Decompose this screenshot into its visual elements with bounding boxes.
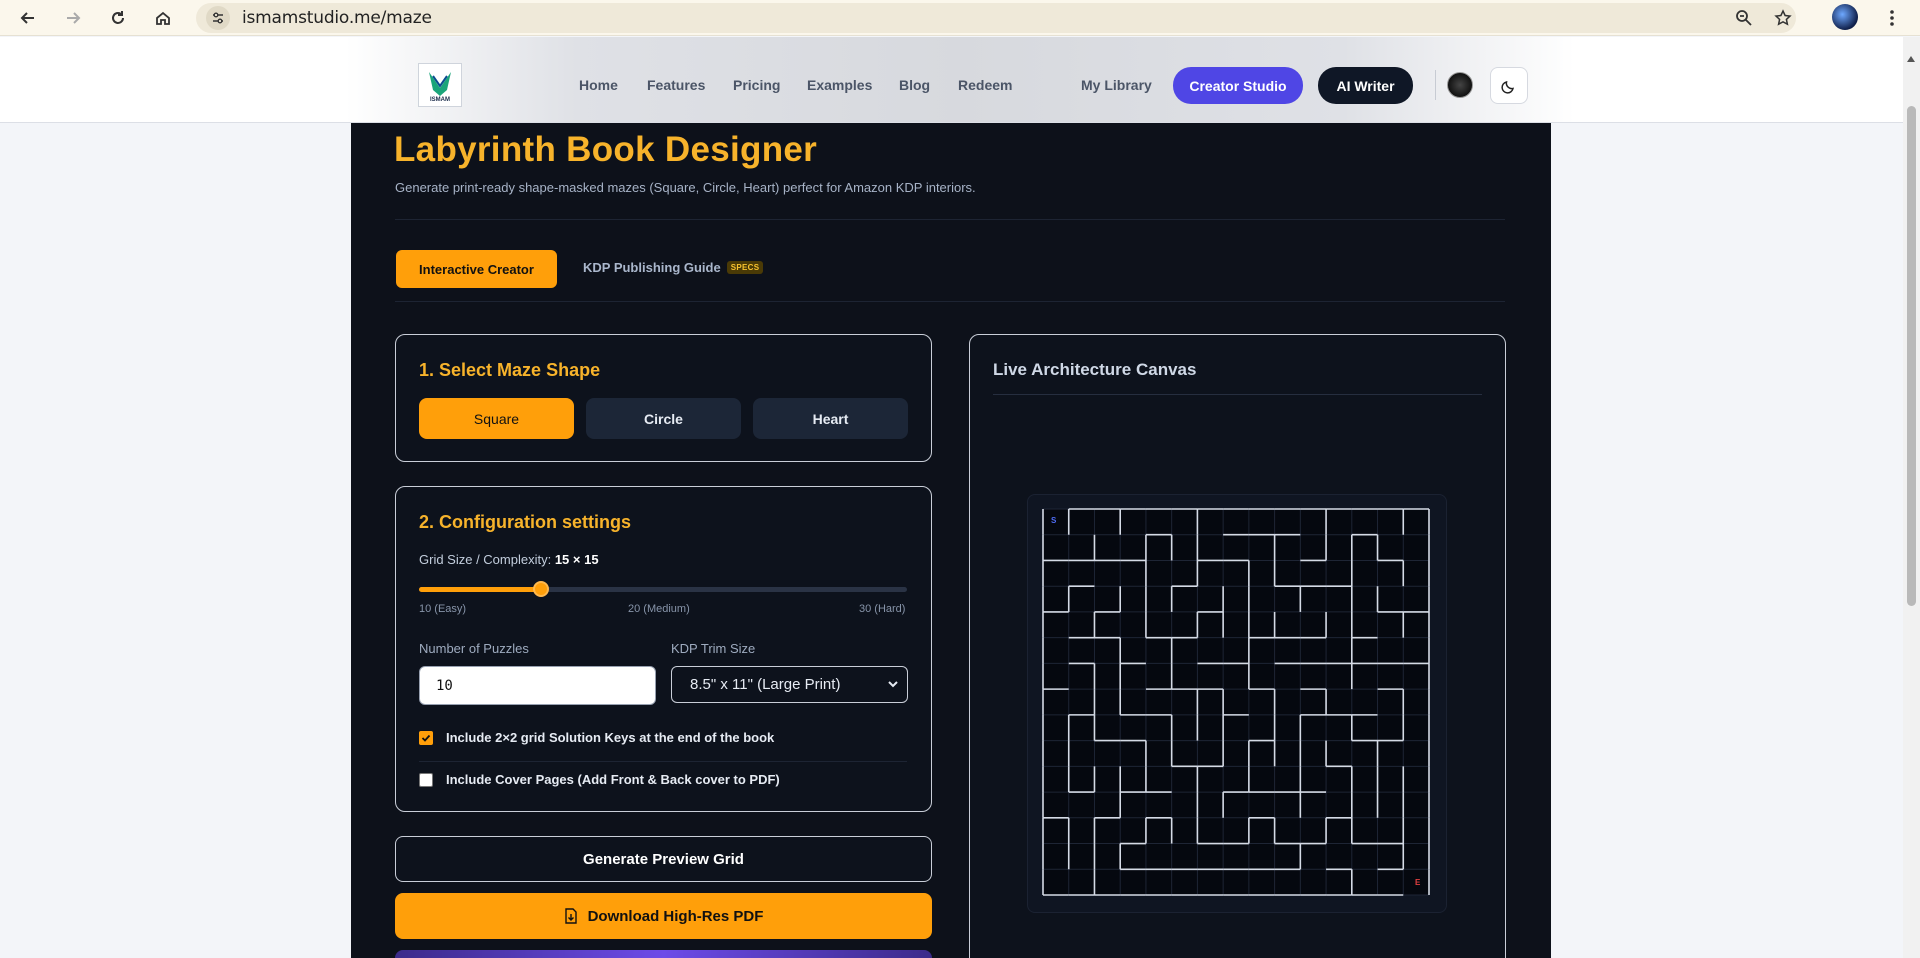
tab-interactive-creator[interactable]: Interactive Creator xyxy=(396,250,557,288)
download-pdf-button[interactable]: Download High-Res PDF xyxy=(395,893,932,939)
page-subtitle: Generate print-ready shape-masked mazes … xyxy=(395,180,976,195)
puzzles-label: Number of Puzzles xyxy=(419,641,529,656)
grid-size-label: Grid Size / Complexity: 15 × 15 xyxy=(419,552,599,567)
creator-studio-button[interactable]: Creator Studio xyxy=(1173,67,1303,104)
cover-pages-checkbox[interactable] xyxy=(419,772,433,787)
nav-my-library[interactable]: My Library xyxy=(1081,77,1152,93)
tick-medium: 20 (Medium) xyxy=(628,603,690,615)
trim-size-select[interactable]: 8.5" x 11" (Large Print) xyxy=(671,666,908,703)
divider xyxy=(419,761,907,762)
config-card-title: 2. Configuration settings xyxy=(419,512,632,532)
specs-badge: SPECS xyxy=(726,261,764,274)
grid-size-value: 15 × 15 xyxy=(554,552,599,567)
shape-heart-button[interactable]: Heart xyxy=(753,398,908,439)
tick-hard: 30 (Hard) xyxy=(859,603,906,615)
shape-circle-button[interactable]: Circle xyxy=(586,398,741,439)
nav-blog[interactable]: Blog xyxy=(899,77,930,93)
tab-kdp-guide-label: KDP Publishing Guide xyxy=(583,260,721,275)
download-pdf-label: Download High-Res PDF xyxy=(587,907,764,925)
zoom-icon[interactable] xyxy=(1730,4,1758,32)
moon-icon xyxy=(1501,80,1514,94)
divider xyxy=(395,219,1505,220)
generate-preview-button[interactable]: Generate Preview Grid xyxy=(395,836,932,882)
maze-start-marker: S xyxy=(1051,516,1057,525)
ai-writer-button[interactable]: AI Writer xyxy=(1318,67,1413,104)
grid-size-slider-thumb[interactable] xyxy=(533,581,549,597)
user-avatar[interactable] xyxy=(1447,72,1473,98)
next-action-button[interactable] xyxy=(395,950,932,958)
header-divider xyxy=(1435,70,1436,100)
maze-background xyxy=(1043,509,1429,895)
tab-kdp-guide[interactable]: KDP Publishing Guide SPECS xyxy=(583,260,764,275)
menu-dots-icon[interactable] xyxy=(1878,4,1906,32)
check-icon xyxy=(421,734,431,742)
site-logo[interactable]: ISMAM xyxy=(418,63,462,107)
nav-features[interactable]: Features xyxy=(647,77,705,93)
canvas-title: Live Architecture Canvas xyxy=(993,360,1197,379)
scrollbar-thumb[interactable] xyxy=(1907,106,1916,606)
maze-end-marker: E xyxy=(1415,878,1421,887)
puzzles-count-input[interactable]: 10 xyxy=(419,666,656,705)
logo-text: ISMAM xyxy=(430,97,450,103)
grid-size-label-text: Grid Size / Complexity: xyxy=(419,552,552,567)
divider xyxy=(395,301,1505,302)
profile-avatar[interactable] xyxy=(1832,4,1858,30)
address-bar[interactable]: ismamstudio.me/maze xyxy=(196,3,1796,33)
grid-size-slider-fill xyxy=(419,587,541,592)
shape-card-title: 1. Select Maze Shape xyxy=(419,360,601,380)
solution-keys-label: Include 2×2 grid Solution Keys at the en… xyxy=(446,730,775,745)
maze-canvas: SE xyxy=(1042,508,1430,896)
nav-pricing[interactable]: Pricing xyxy=(733,77,780,93)
nav-examples[interactable]: Examples xyxy=(807,77,872,93)
theme-toggle-button[interactable] xyxy=(1490,67,1528,104)
tick-easy: 10 (Easy) xyxy=(419,603,467,615)
chevron-down-icon xyxy=(888,681,898,688)
shape-square-button[interactable]: Square xyxy=(419,398,574,439)
trim-size-value: 8.5" x 11" (Large Print) xyxy=(690,676,841,693)
nav-redeem[interactable]: Redeem xyxy=(958,77,1012,93)
cover-pages-label: Include Cover Pages (Add Front & Back co… xyxy=(446,772,780,787)
solution-keys-checkbox[interactable] xyxy=(419,730,433,745)
url-text: ismamstudio.me/maze xyxy=(242,8,432,28)
solution-keys-option[interactable]: Include 2×2 grid Solution Keys at the en… xyxy=(419,730,774,745)
page-title: Labyrinth Book Designer xyxy=(394,130,818,169)
nav-home[interactable]: Home xyxy=(579,77,618,93)
site-info-icon[interactable] xyxy=(206,6,230,30)
trim-size-label: KDP Trim Size xyxy=(671,641,756,656)
file-download-icon xyxy=(564,908,577,924)
divider xyxy=(993,394,1482,395)
browser-toolbar: ismamstudio.me/maze xyxy=(0,0,1920,36)
back-icon[interactable] xyxy=(14,4,42,32)
reload-icon[interactable] xyxy=(104,4,132,32)
forward-icon[interactable] xyxy=(59,4,87,32)
home-icon[interactable] xyxy=(149,4,177,32)
scroll-up-icon[interactable] xyxy=(1906,50,1916,68)
bookmark-star-icon[interactable] xyxy=(1769,4,1797,32)
cover-pages-option[interactable]: Include Cover Pages (Add Front & Back co… xyxy=(419,772,780,787)
